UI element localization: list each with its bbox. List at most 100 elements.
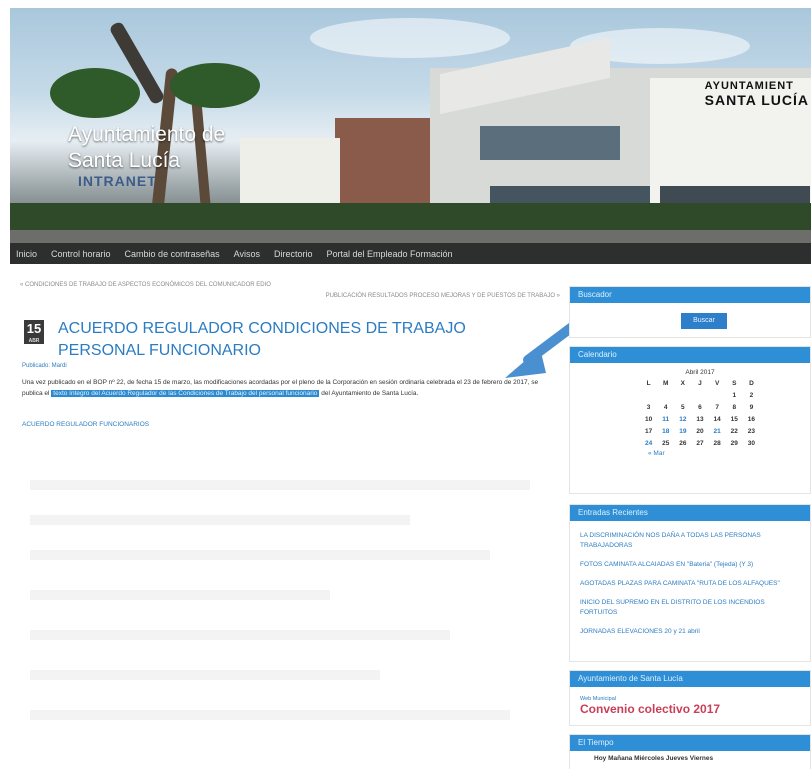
municipality-widget-title: Ayuntamiento de Santa Lucía bbox=[570, 671, 810, 687]
post-navigation: « CONDICIONES DE TRABAJO DE ASPECTOS ECO… bbox=[20, 282, 560, 299]
calendar-day: 1 bbox=[732, 391, 737, 399]
weekday: V bbox=[714, 379, 720, 387]
post-body-highlight-link[interactable]: texto íntegro del Acuerdo Regulador de l… bbox=[51, 390, 320, 397]
convenio-link[interactable]: Convenio colectivo 2017 bbox=[580, 702, 720, 716]
search-button[interactable]: Buscar bbox=[681, 313, 727, 329]
site-title-line1: Ayuntamiento de bbox=[68, 123, 226, 146]
calendar-prev-month-link[interactable]: « Mar bbox=[640, 450, 760, 457]
calendar-day-link[interactable]: 24 bbox=[640, 437, 657, 449]
recent-posts-title: Entradas Recientes bbox=[570, 505, 810, 521]
search-input[interactable] bbox=[595, 313, 675, 327]
calendar-day: 23 bbox=[747, 427, 756, 435]
calendar-day: 29 bbox=[730, 439, 738, 447]
faded-content bbox=[30, 550, 490, 560]
municipality-widget: Ayuntamiento de Santa Lucía Web Municipa… bbox=[569, 670, 811, 726]
weekday: S bbox=[732, 379, 737, 387]
calendar-week: 1 2 bbox=[640, 389, 760, 401]
calendar-caption: Abril 2017 bbox=[685, 369, 715, 376]
calendar-day: 5 bbox=[681, 403, 685, 411]
building-sign: AYUNTAMIENT SANTA LUCÍA bbox=[705, 80, 809, 108]
calendar-week: 3 4 5 6 7 8 9 bbox=[640, 401, 760, 413]
nav-item-cambio-contrasenas[interactable]: Cambio de contraseñas bbox=[125, 249, 220, 259]
weekday: X bbox=[680, 379, 686, 387]
building-sign-line1: AYUNTAMIENT bbox=[704, 80, 794, 92]
palm-leaves bbox=[50, 68, 140, 118]
calendar-day: 14 bbox=[713, 415, 721, 423]
calendar-day-link[interactable]: 18 bbox=[657, 425, 674, 437]
calendar-day-link[interactable]: 12 bbox=[674, 413, 691, 425]
post-body: Una vez publicado en el BOP nº 22, de fe… bbox=[22, 377, 552, 399]
calendar-day: 10 bbox=[644, 415, 653, 423]
recent-posts-widget: Entradas Recientes LA DISCRIMINACIÓN NOS… bbox=[569, 504, 811, 662]
recent-posts-list: LA DISCRIMINACIÓN NOS DAÑA A TODAS LAS P… bbox=[570, 521, 810, 637]
weather-widget-title: El Tiempo bbox=[570, 735, 810, 751]
post-body-text-end: del Ayuntamiento de Santa Lucía. bbox=[321, 390, 419, 397]
site-tagline: INTRANET bbox=[78, 173, 157, 189]
nav-item-directorio[interactable]: Directorio bbox=[274, 249, 313, 259]
calendar-day: 27 bbox=[696, 439, 704, 447]
calendar-week: 17 18 19 20 21 22 23 bbox=[640, 425, 760, 437]
recent-post-link[interactable]: INICIO DEL SUPREMO EN EL DISTRITO DE LOS… bbox=[580, 598, 800, 618]
recent-post-link[interactable]: JORNADAS ELEVACIONES 20 y 21 abril bbox=[580, 627, 800, 637]
nav-item-avisos[interactable]: Avisos bbox=[234, 249, 260, 259]
calendar-day: 17 bbox=[644, 427, 653, 435]
calendar-widget: Calendario Abril 2017 L M X J V S D 1 2 … bbox=[569, 346, 811, 494]
calendar-day-link[interactable]: 11 bbox=[657, 413, 674, 425]
calendar-weekdays: L M X J V S D bbox=[640, 377, 760, 389]
weather-widget: El Tiempo Hoy Mañana Miércoles Jueves Vi… bbox=[569, 734, 811, 769]
calendar-day bbox=[691, 389, 708, 401]
weekday: J bbox=[698, 379, 702, 387]
faded-content bbox=[30, 630, 450, 640]
calendar-day: 26 bbox=[679, 439, 687, 447]
recent-post-link[interactable]: AGOTADAS PLAZAS PARA CAMINATA "RUTA DE L… bbox=[580, 579, 800, 589]
faded-content bbox=[30, 480, 530, 490]
nav-item-inicio[interactable]: Inicio bbox=[16, 249, 37, 259]
faded-content bbox=[30, 515, 410, 525]
previous-post-link[interactable]: « CONDICIONES DE TRABAJO DE ASPECTOS ECO… bbox=[20, 282, 560, 288]
calendar-day-link[interactable]: 21 bbox=[709, 425, 726, 437]
calendar-day: 6 bbox=[698, 403, 702, 411]
calendar-day: 25 bbox=[662, 439, 670, 447]
calendar-week: 24 25 26 27 28 29 30 bbox=[640, 437, 760, 449]
header-banner: Ayuntamiento de Santa Lucía INTRANET AYU… bbox=[10, 8, 811, 250]
post-month: ABR bbox=[28, 338, 40, 344]
post-title[interactable]: ACUERDO REGULADOR CONDICIONES DE TRABAJO… bbox=[58, 318, 528, 362]
calendar-day bbox=[709, 389, 726, 401]
palm-leaves bbox=[170, 63, 260, 108]
building-windows bbox=[480, 126, 620, 160]
calendar-day bbox=[657, 389, 674, 401]
post-day: 15 bbox=[26, 321, 42, 336]
nav-item-control-horario[interactable]: Control horario bbox=[51, 249, 111, 259]
site-title-line2: Santa Lucía bbox=[68, 149, 181, 172]
calendar-table: L M X J V S D 1 2 3 4 5 6 7 8 9 10 11 12… bbox=[640, 377, 760, 449]
calendar-day: 20 bbox=[696, 427, 704, 435]
calendar-day: 15 bbox=[730, 415, 738, 423]
calendar-day-link[interactable]: 19 bbox=[674, 425, 691, 437]
faded-content bbox=[30, 670, 380, 680]
nav-item-portal-empleado[interactable]: Portal del Empleado Formación bbox=[326, 249, 452, 259]
main-nav: Inicio Control horario Cambio de contras… bbox=[10, 243, 811, 264]
calendar-day: 8 bbox=[732, 403, 737, 411]
calendar-day: 16 bbox=[747, 415, 756, 423]
calendar-day: 28 bbox=[713, 439, 721, 447]
calendar-day: 7 bbox=[715, 403, 719, 411]
calendar-day: 30 bbox=[747, 439, 756, 447]
calendar-day bbox=[640, 389, 657, 401]
attachment-link[interactable]: ACUERDO REGULADOR FUNCIONARIOS bbox=[22, 421, 149, 428]
building-sign-line2: SANTA LUCÍA bbox=[704, 92, 809, 108]
calendar-day: 3 bbox=[646, 403, 651, 411]
recent-post-link[interactable]: LA DISCRIMINACIÓN NOS DAÑA A TODAS LAS P… bbox=[580, 531, 800, 551]
cloud bbox=[310, 18, 510, 58]
search-widget-title: Buscador bbox=[570, 287, 810, 303]
calendar-day: 4 bbox=[663, 403, 668, 411]
faded-content bbox=[30, 710, 510, 720]
weather-days: Hoy Mañana Miércoles Jueves Viernes bbox=[594, 755, 714, 762]
post-date-badge: 15 ABR bbox=[24, 320, 44, 344]
recent-post-link[interactable]: FOTOS CAMINATA ALCAIADAS EN "Bateria" (T… bbox=[580, 560, 800, 570]
post-author[interactable]: Publicado: Mardi bbox=[22, 363, 67, 369]
calendar-day: 22 bbox=[730, 427, 738, 435]
site-title[interactable]: Ayuntamiento de Santa Lucía bbox=[68, 122, 225, 174]
weekday: M bbox=[663, 379, 669, 387]
calendar-day: 9 bbox=[749, 403, 754, 411]
calendar-widget-title: Calendario bbox=[570, 347, 810, 363]
